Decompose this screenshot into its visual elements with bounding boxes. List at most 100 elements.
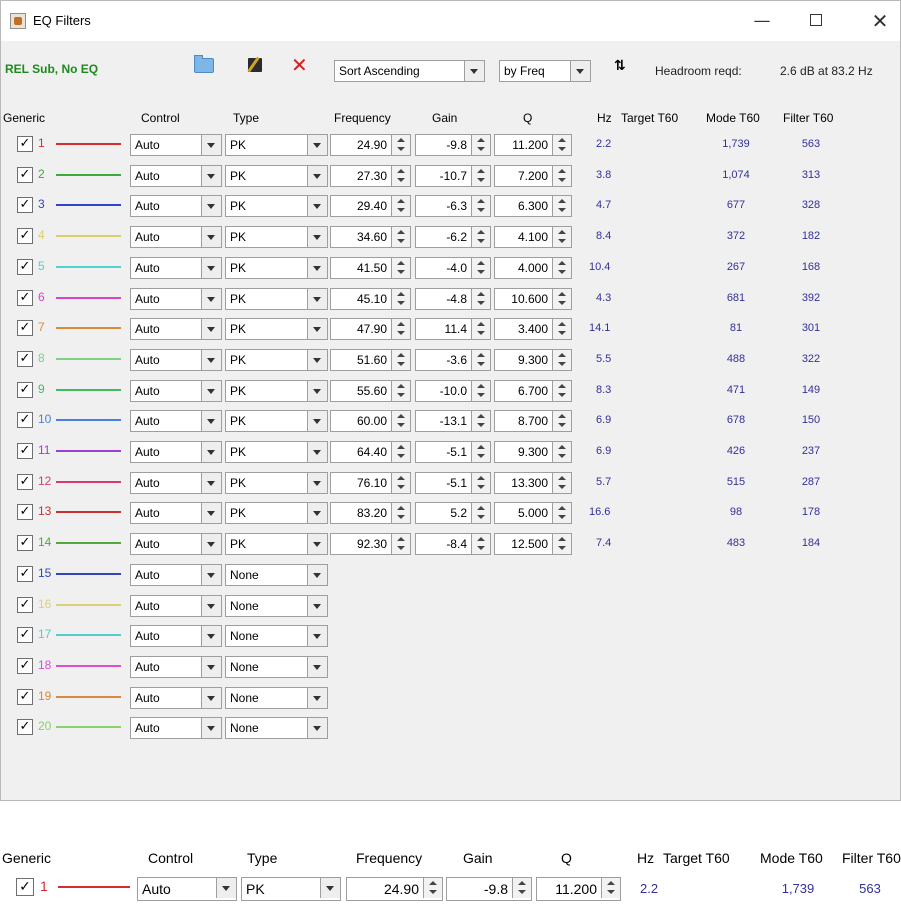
spinner-arrows-icon[interactable] bbox=[471, 411, 490, 432]
control-select[interactable]: Auto bbox=[130, 134, 222, 156]
chevron-down-icon[interactable] bbox=[201, 135, 221, 155]
type-select[interactable]: PK bbox=[225, 318, 328, 341]
control-select[interactable]: Auto bbox=[130, 655, 222, 678]
gain-spinner[interactable]: -5.1 bbox=[415, 441, 491, 463]
type-select[interactable]: PK bbox=[225, 502, 328, 525]
chevron-down-icon[interactable] bbox=[201, 349, 221, 370]
q-spinner[interactable]: 10.600 bbox=[494, 287, 572, 310]
spinner-arrows-icon[interactable] bbox=[552, 319, 571, 340]
spinner-arrows-icon[interactable] bbox=[471, 534, 490, 555]
spinner-arrows-icon[interactable] bbox=[552, 135, 571, 155]
control-select[interactable]: Auto bbox=[130, 256, 222, 279]
chevron-down-icon[interactable] bbox=[307, 656, 327, 677]
spinner-arrows-icon[interactable] bbox=[423, 878, 442, 898]
q-spinner[interactable]: 11.200 bbox=[536, 877, 621, 901]
enable-checkbox[interactable]: ✓ bbox=[16, 878, 34, 896]
chevron-down-icon[interactable] bbox=[307, 503, 327, 524]
spinner-arrows-icon[interactable] bbox=[552, 288, 571, 309]
enable-checkbox[interactable]: ✓ bbox=[17, 320, 33, 337]
spinner-arrows-icon[interactable] bbox=[391, 411, 410, 432]
chevron-down-icon[interactable] bbox=[307, 534, 327, 555]
type-select[interactable]: None bbox=[225, 655, 328, 678]
chevron-down-icon[interactable] bbox=[201, 411, 221, 432]
spinner-arrows-icon[interactable] bbox=[391, 472, 410, 493]
spinner-arrows-icon[interactable] bbox=[471, 227, 490, 248]
control-select[interactable]: Auto bbox=[130, 563, 222, 586]
spinner-arrows-icon[interactable] bbox=[471, 135, 490, 155]
control-select[interactable]: Auto bbox=[130, 226, 222, 249]
enable-checkbox[interactable]: ✓ bbox=[17, 258, 33, 275]
enable-checkbox[interactable]: ✓ bbox=[17, 504, 33, 521]
spinner-arrows-icon[interactable] bbox=[552, 380, 571, 401]
frequency-spinner[interactable]: 76.10 bbox=[330, 471, 411, 494]
spinner-arrows-icon[interactable] bbox=[471, 257, 490, 278]
enable-checkbox[interactable]: ✓ bbox=[17, 719, 33, 736]
gain-spinner[interactable]: -13.1 bbox=[415, 410, 491, 433]
chevron-down-icon[interactable] bbox=[307, 687, 327, 708]
spinner-arrows-icon[interactable] bbox=[471, 503, 490, 524]
frequency-spinner[interactable]: 24.90 bbox=[330, 134, 411, 156]
spinner-arrows-icon[interactable] bbox=[552, 503, 571, 524]
chevron-down-icon[interactable] bbox=[201, 534, 221, 555]
frequency-spinner[interactable]: 41.50 bbox=[330, 256, 411, 279]
gain-spinner[interactable]: -10.0 bbox=[415, 379, 491, 402]
control-select[interactable]: Auto bbox=[130, 318, 222, 341]
chevron-down-icon[interactable] bbox=[201, 319, 221, 340]
control-select[interactable]: Auto bbox=[130, 441, 222, 463]
enable-checkbox[interactable]: ✓ bbox=[17, 197, 33, 214]
q-spinner[interactable]: 5.000 bbox=[494, 502, 572, 525]
chevron-down-icon[interactable] bbox=[307, 380, 327, 401]
q-spinner[interactable]: 4.100 bbox=[494, 226, 572, 249]
q-spinner[interactable]: 13.300 bbox=[494, 471, 572, 494]
open-folder-icon[interactable] bbox=[194, 55, 214, 73]
spinner-arrows-icon[interactable] bbox=[552, 349, 571, 370]
chevron-down-icon[interactable] bbox=[201, 380, 221, 401]
gain-spinner[interactable]: -5.1 bbox=[415, 471, 491, 494]
spinner-arrows-icon[interactable] bbox=[391, 288, 410, 309]
enable-checkbox[interactable]: ✓ bbox=[17, 688, 33, 705]
enable-checkbox[interactable]: ✓ bbox=[17, 473, 33, 490]
frequency-spinner[interactable]: 24.90 bbox=[346, 877, 443, 901]
chevron-down-icon[interactable] bbox=[570, 61, 590, 81]
type-select[interactable]: PK bbox=[225, 471, 328, 494]
frequency-spinner[interactable]: 83.20 bbox=[330, 502, 411, 525]
type-select[interactable]: PK bbox=[225, 348, 328, 371]
spinner-arrows-icon[interactable] bbox=[391, 196, 410, 217]
frequency-spinner[interactable]: 64.40 bbox=[330, 441, 411, 463]
frequency-spinner[interactable]: 47.90 bbox=[330, 318, 411, 341]
type-select[interactable]: PK bbox=[225, 134, 328, 156]
delete-icon[interactable]: ✕ bbox=[291, 53, 308, 77]
type-select[interactable]: None bbox=[225, 717, 328, 740]
q-spinner[interactable]: 9.300 bbox=[494, 348, 572, 371]
enable-checkbox[interactable]: ✓ bbox=[17, 381, 33, 398]
chevron-down-icon[interactable] bbox=[201, 595, 221, 616]
chevron-down-icon[interactable] bbox=[201, 442, 221, 462]
q-spinner[interactable]: 3.400 bbox=[494, 318, 572, 341]
spinner-arrows-icon[interactable] bbox=[391, 319, 410, 340]
frequency-spinner[interactable]: 51.60 bbox=[330, 348, 411, 371]
q-spinner[interactable]: 4.000 bbox=[494, 256, 572, 279]
chevron-down-icon[interactable] bbox=[201, 503, 221, 524]
chevron-down-icon[interactable] bbox=[307, 135, 327, 155]
type-select[interactable]: PK bbox=[225, 226, 328, 249]
spinner-arrows-icon[interactable] bbox=[471, 472, 490, 493]
type-select[interactable]: None bbox=[225, 686, 328, 709]
spinner-arrows-icon[interactable] bbox=[552, 442, 571, 462]
q-spinner[interactable]: 6.700 bbox=[494, 379, 572, 402]
chevron-down-icon[interactable] bbox=[464, 61, 484, 81]
enable-checkbox[interactable]: ✓ bbox=[17, 166, 33, 183]
minimize-button[interactable]: — bbox=[747, 9, 777, 33]
spinner-arrows-icon[interactable] bbox=[471, 288, 490, 309]
chevron-down-icon[interactable] bbox=[307, 165, 327, 186]
type-select[interactable]: PK bbox=[225, 256, 328, 279]
sort-order-select[interactable]: Sort Ascending bbox=[334, 60, 485, 82]
control-select[interactable]: Auto bbox=[130, 502, 222, 525]
control-select[interactable]: Auto bbox=[130, 287, 222, 310]
chevron-down-icon[interactable] bbox=[201, 687, 221, 708]
spinner-arrows-icon[interactable] bbox=[601, 878, 620, 898]
chevron-down-icon[interactable] bbox=[307, 472, 327, 493]
spinner-arrows-icon[interactable] bbox=[552, 227, 571, 248]
enable-checkbox[interactable]: ✓ bbox=[17, 535, 33, 552]
spinner-arrows-icon[interactable] bbox=[471, 349, 490, 370]
enable-checkbox[interactable]: ✓ bbox=[17, 565, 33, 582]
